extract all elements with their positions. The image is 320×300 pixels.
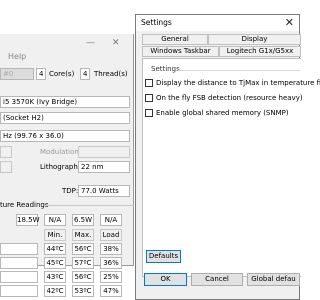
- dialog-titlebar: Settings ✕: [136, 15, 299, 31]
- socket-field: (Socket H2): [0, 112, 130, 124]
- close-icon[interactable]: ✕: [112, 38, 120, 48]
- checkbox[interactable]: [145, 109, 153, 117]
- global-defaults-button[interactable]: Global defau: [247, 273, 300, 286]
- core-max: 56ºC: [72, 271, 94, 283]
- core-min: 45ºC: [44, 257, 66, 269]
- ok-button[interactable]: OK: [144, 273, 187, 286]
- greyed-field: [0, 146, 12, 158]
- greyed-field: [0, 161, 12, 173]
- readings-header-max: Max.: [72, 229, 94, 241]
- threads-count: 4: [80, 68, 90, 80]
- background-window-titlebar: [0, 0, 134, 34]
- core-load: 47%: [100, 285, 122, 297]
- tab-general[interactable]: General: [142, 34, 208, 45]
- tab-logitech[interactable]: Logitech G1x/G5xx: [219, 46, 301, 57]
- readings-header-load: Load: [100, 229, 122, 241]
- cores-count: 4: [36, 68, 46, 80]
- core-load: 38%: [100, 243, 122, 255]
- cores-label: Core(s): [49, 70, 75, 78]
- settings-group-label: Settings: [151, 65, 180, 73]
- tdp-value: 77.0 Watts: [78, 185, 130, 197]
- core-min: 44ºC: [44, 243, 66, 255]
- processor-field: i5 3570K (Ivy Bridge): [0, 96, 130, 108]
- modulation-field: [78, 146, 130, 158]
- core-row-name: [0, 285, 38, 297]
- power-cell: 18.5W: [16, 214, 40, 226]
- cancel-button[interactable]: Cancel: [191, 273, 243, 286]
- core-row-name: [0, 271, 38, 283]
- cpu-select[interactable]: #0: [0, 68, 34, 80]
- core-load: 36%: [100, 257, 122, 269]
- readings-header-min: Min.: [44, 229, 66, 241]
- checkbox[interactable]: [145, 79, 153, 87]
- modulation-label: Modulation:: [40, 148, 82, 156]
- core-min: 42ºC: [44, 285, 66, 297]
- option-distance-tjmax[interactable]: Display the distance to TjMax in tempera…: [145, 78, 320, 88]
- core-min: 43ºC: [44, 271, 66, 283]
- tab-page: [142, 58, 301, 277]
- dialog-title: Settings: [141, 18, 172, 27]
- dialog-close-icon[interactable]: ✕: [285, 16, 294, 29]
- readings-group-line: [46, 205, 134, 206]
- readings-title: ture Readings: [0, 201, 49, 209]
- tab-display[interactable]: Display: [208, 34, 301, 45]
- minimize-icon[interactable]: —: [86, 38, 95, 48]
- power-cell: 6.5W: [72, 214, 94, 226]
- option-label: Display the distance to TjMax in tempera…: [156, 79, 320, 87]
- core-row-name: [0, 243, 38, 255]
- tab-windows-taskbar[interactable]: Windows Taskbar: [142, 46, 219, 57]
- defaults-button[interactable]: Defaults: [146, 250, 181, 263]
- core-row-name: [0, 257, 38, 269]
- checkbox[interactable]: [145, 94, 153, 102]
- option-label: On the fly FSB detection (resource heavy…: [156, 94, 303, 102]
- settings-group-line: [178, 70, 300, 71]
- option-fsb-detection[interactable]: On the fly FSB detection (resource heavy…: [145, 93, 303, 103]
- core-load: 25%: [100, 271, 122, 283]
- background-window: — ✕ Help #0 4 Core(s) 4 Thread(s) i5 357…: [0, 0, 134, 269]
- core-max: 56ºC: [72, 243, 94, 255]
- menu-help[interactable]: Help: [8, 52, 26, 61]
- power-cell: N/A: [100, 214, 122, 226]
- frequency-field: Hz (99.76 x 36.0): [0, 130, 130, 142]
- threads-label: Thread(s): [94, 70, 128, 78]
- tdp-label: TDP:: [62, 187, 79, 195]
- core-max: 57ºC: [72, 257, 94, 269]
- core-max: 53ºC: [72, 285, 94, 297]
- option-shared-memory[interactable]: Enable global shared memory (SNMP): [145, 108, 289, 118]
- power-cell: N/A: [44, 214, 66, 226]
- lithography-value: 22 nm: [78, 161, 130, 173]
- option-label: Enable global shared memory (SNMP): [156, 109, 289, 117]
